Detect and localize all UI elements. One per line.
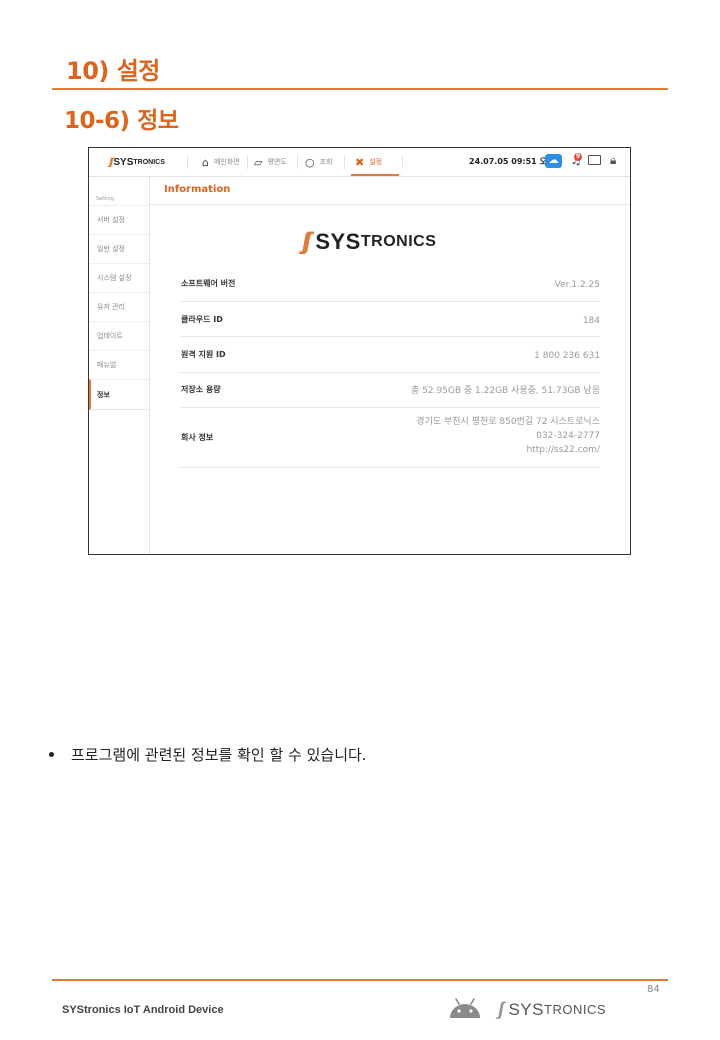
sidebar-item-server[interactable]: 서버 설정 — [89, 205, 149, 234]
nav-separator — [344, 155, 345, 169]
nav-floorplan[interactable]: ▱ 평면도 — [254, 148, 287, 176]
heading-rule — [52, 88, 668, 90]
nav-floorplan-label: 평면도 — [267, 158, 287, 166]
nav-settings-label: 설정 — [369, 158, 383, 166]
active-tab-underline — [351, 174, 399, 176]
nav-search[interactable]: ○ 조회 — [305, 148, 333, 176]
sidebar-item-manual[interactable]: 매뉴얼 — [89, 350, 149, 379]
footer-text: SYStronics IoT Android Device — [62, 1004, 224, 1016]
logo-mark-icon: ʃʃ — [302, 228, 312, 255]
nav-separator — [402, 155, 403, 169]
info-row-software-version: 소프트웨어 버전 Ver.1.2.25 — [180, 278, 600, 302]
notification-badge: 9 — [574, 153, 582, 161]
logo-sys: SYS — [508, 999, 544, 1019]
logo-sys: SYS — [315, 229, 361, 254]
nav-separator — [247, 155, 248, 169]
info-value: 경기도 부천시 평천로 850번길 72 시스트로닉스 032-324-2777… — [416, 415, 600, 457]
android-icon — [450, 998, 480, 1018]
info-label: 소프트웨어 버전 — [181, 279, 236, 288]
company-address: 경기도 부천시 평천로 850번길 72 시스트로닉스 — [416, 417, 600, 427]
heading-info-section: 10-6) 정보 — [64, 108, 179, 134]
logo-tronics: TRONICS — [360, 233, 437, 250]
tools-icon: ✖ — [355, 155, 365, 169]
info-value: 총 52.95GB 중 1.22GB 사용중, 51.73GB 남음 — [410, 386, 600, 396]
info-value: 184 — [582, 316, 600, 326]
bullet-item: 프로그램에 관련된 정보를 확인 할 수 있습니다. — [49, 744, 367, 765]
info-value: 1 800 236 631 — [534, 351, 600, 361]
info-row-remote-id: 원격 지원 ID 1 800 236 631 — [180, 349, 600, 373]
settings-sidebar: Setting 서버 설정 일반 설정 시스템 설정 유저 관리 업데이트 매뉴… — [89, 177, 150, 554]
logo-tronics: TRONICS — [133, 158, 165, 166]
info-row-company: 회사 정보 경기도 부천시 평천로 850번길 72 시스트로닉스 032-32… — [180, 415, 600, 468]
logo-mark-icon: ʃʃ — [498, 999, 505, 1019]
sidebar-item-update[interactable]: 업데이트 — [89, 321, 149, 350]
nav-separator — [297, 155, 298, 169]
logo-sys: SYS — [113, 156, 134, 168]
nav-main[interactable]: ⌂ 메인화면 — [202, 148, 240, 176]
sidebar-item-users[interactable]: 유저 관리 — [89, 292, 149, 321]
search-icon: ○ — [305, 155, 315, 169]
info-label: 클라우드 ID — [181, 315, 223, 324]
logo-mark-icon: ʃʃ — [109, 156, 114, 168]
floorplan-icon: ▱ — [254, 155, 263, 169]
sidebar-item-system[interactable]: 시스템 설정 — [89, 263, 149, 292]
company-website[interactable]: http://ss22.com/ — [416, 443, 600, 457]
info-label: 저장소 용량 — [181, 385, 221, 394]
info-label: 회사 정보 — [181, 433, 214, 442]
footer-rule — [52, 979, 668, 981]
info-row-cloud-id: 클라우드 ID 184 — [180, 314, 600, 337]
page-number: 84 — [647, 984, 660, 995]
top-bar: ʃʃ SYS TRONICS ⌂ 메인화면 ▱ 평면도 ○ 조회 ✖ 설정 24.… — [89, 148, 630, 177]
sidebar-item-general[interactable]: 일반 설정 — [89, 234, 149, 263]
monitor-icon[interactable] — [588, 155, 601, 165]
systronics-logo: ʃʃ SYS TRONICS — [302, 228, 436, 256]
bullet-text: 프로그램에 관련된 정보를 확인 할 수 있습니다. — [71, 746, 367, 764]
nav-search-label: 조회 — [319, 158, 333, 166]
content-divider — [149, 204, 630, 205]
app-screenshot: ʃʃ SYS TRONICS ⌂ 메인화면 ▱ 평면도 ○ 조회 ✖ 설정 24.… — [88, 147, 631, 555]
heading-settings: 10) 설정 — [66, 57, 160, 85]
company-phone: 032-324-2777 — [536, 431, 600, 441]
datetime: 24.07.05 09:51 오전 — [469, 157, 555, 166]
content-title: Information — [164, 184, 231, 195]
nav-settings[interactable]: ✖ 설정 — [355, 148, 382, 176]
footer-logo: ʃʃ SYS TRONICS — [498, 999, 606, 1020]
nav-separator — [187, 155, 188, 169]
app-logo[interactable]: ʃʃ SYS TRONICS — [109, 155, 165, 169]
sidebar-item-info[interactable]: 정보 — [89, 379, 149, 410]
cloud-icon[interactable]: ☁ — [545, 154, 562, 168]
info-label: 원격 지원 ID — [181, 350, 226, 359]
info-row-storage: 저장소 용량 총 52.95GB 중 1.22GB 사용중, 51.73GB 남… — [180, 384, 600, 408]
home-icon: ⌂ — [202, 155, 209, 169]
logo-tronics: TRONICS — [544, 1002, 606, 1017]
lock-icon[interactable]: 🔒︎ — [610, 153, 616, 168]
info-value: Ver.1.2.25 — [554, 280, 600, 290]
nav-main-label: 메인화면 — [213, 158, 240, 166]
bullet-dot — [49, 752, 54, 757]
sidebar-heading: Setting — [96, 196, 114, 202]
